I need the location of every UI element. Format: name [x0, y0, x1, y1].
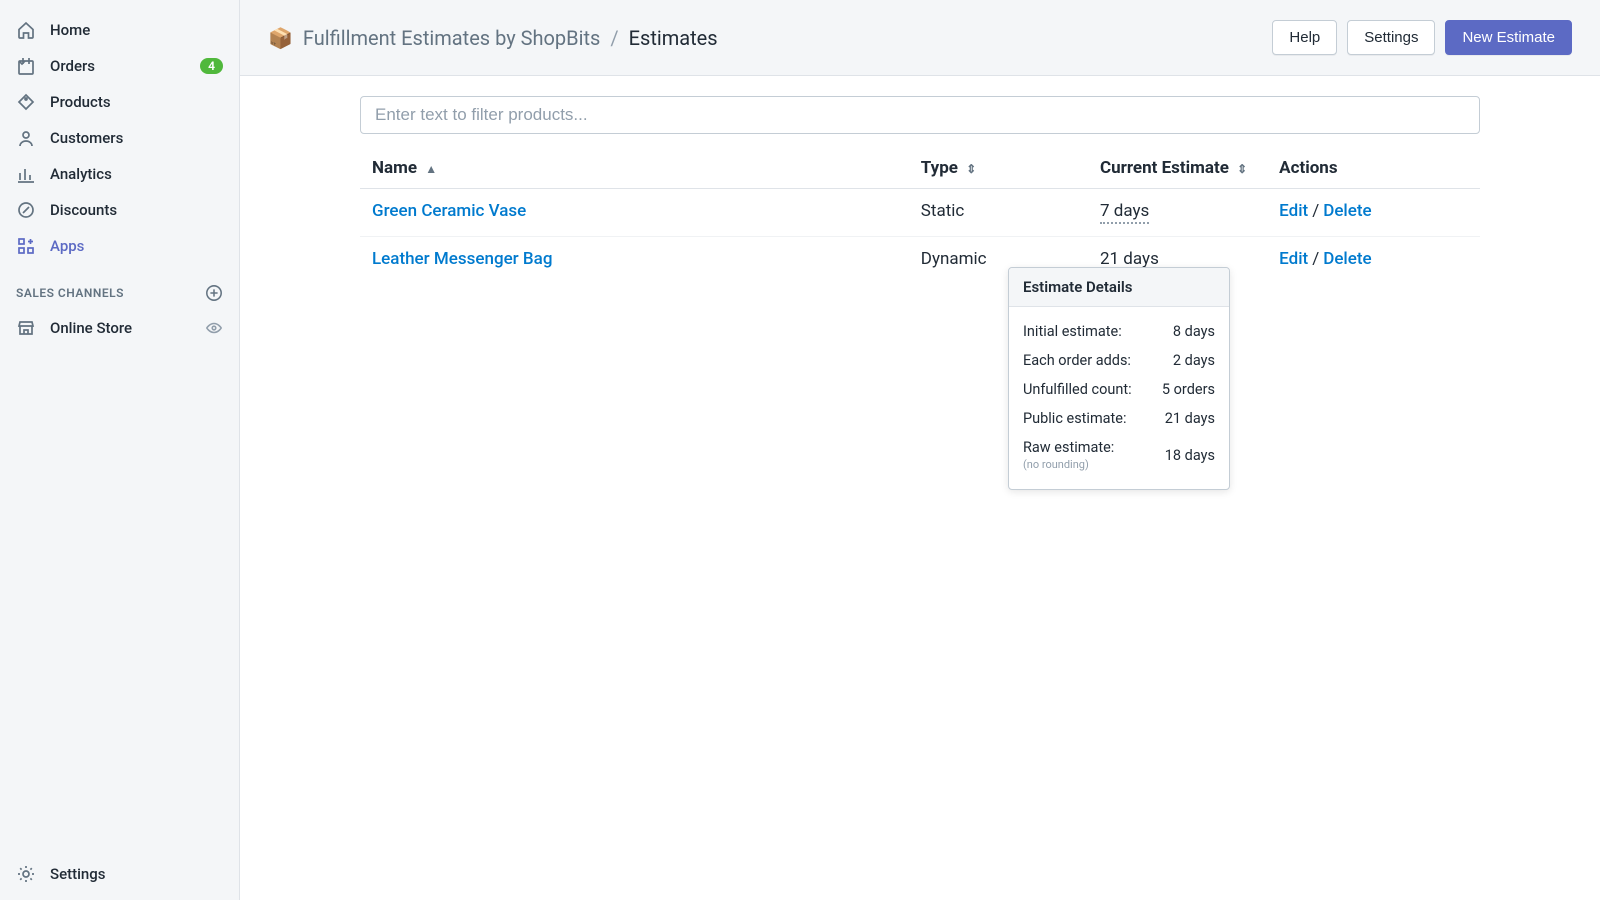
popover-row: Raw estimate:(no rounding)18 days	[1023, 433, 1215, 477]
sidebar-item-home[interactable]: Home	[0, 12, 239, 48]
breadcrumb-separator: /	[610, 26, 618, 50]
col-current[interactable]: Current Estimate ⇕	[1088, 148, 1267, 189]
sidebar-item-label: Products	[50, 93, 223, 111]
col-name[interactable]: Name ▲	[360, 148, 909, 189]
action-separator: /	[1312, 201, 1319, 221]
package-icon: 📦	[268, 26, 293, 50]
customers-icon	[16, 128, 36, 148]
sidebar-item-label: Apps	[50, 237, 223, 255]
action-separator: /	[1312, 249, 1319, 269]
popover-row: Unfulfilled count:5 orders	[1023, 375, 1215, 404]
col-actions: Actions	[1267, 148, 1480, 189]
estimate-details-popover: Estimate Details Initial estimate:8 days…	[1008, 267, 1230, 490]
settings-button[interactable]: Settings	[1347, 20, 1435, 55]
sidebar: Home Orders 4 Products Customers Analy	[0, 0, 240, 900]
delete-link[interactable]: Delete	[1323, 249, 1371, 269]
add-channel-icon[interactable]	[205, 284, 223, 302]
sidebar-item-label: Home	[50, 21, 223, 39]
sort-asc-icon: ▲	[425, 162, 437, 176]
page-title: Estimates	[629, 26, 718, 50]
popover-title: Estimate Details	[1009, 268, 1229, 307]
delete-link[interactable]: Delete	[1323, 201, 1371, 221]
home-icon	[16, 20, 36, 40]
sidebar-item-customers[interactable]: Customers	[0, 120, 239, 156]
orders-icon	[16, 56, 36, 76]
edit-link[interactable]: Edit	[1279, 249, 1308, 269]
filter-input[interactable]	[360, 96, 1480, 134]
breadcrumb: 📦 Fulfillment Estimates by ShopBits / Es…	[268, 26, 1272, 50]
content-area: Name ▲ Type ⇕ Current Estimate ⇕ Actions…	[240, 76, 1600, 900]
help-button[interactable]: Help	[1272, 20, 1337, 55]
tag-icon	[16, 92, 36, 112]
topbar: 📦 Fulfillment Estimates by ShopBits / Es…	[240, 0, 1600, 76]
gear-icon	[16, 864, 36, 884]
sidebar-item-apps[interactable]: Apps	[0, 228, 239, 264]
sort-icon: ⇕	[966, 162, 976, 176]
product-link[interactable]: Leather Messenger Bag	[372, 249, 552, 269]
sidebar-item-settings[interactable]: Settings	[0, 847, 239, 900]
sidebar-item-label: Orders	[50, 57, 200, 75]
sidebar-item-products[interactable]: Products	[0, 84, 239, 120]
sidebar-settings-label: Settings	[50, 865, 223, 883]
popover-row: Each order adds:2 days	[1023, 346, 1215, 375]
sort-icon: ⇕	[1237, 162, 1247, 176]
table-row: Green Ceramic Vase Static 7 days Edit/De…	[360, 189, 1480, 237]
sales-channels-label: SALES CHANNELS	[16, 286, 124, 300]
preview-icon[interactable]	[205, 319, 223, 337]
discounts-icon	[16, 200, 36, 220]
popover-row: Public estimate:21 days	[1023, 404, 1215, 433]
sidebar-item-label: Customers	[50, 129, 223, 147]
sidebar-item-online-store[interactable]: Online Store	[0, 310, 239, 346]
orders-badge: 4	[200, 58, 223, 74]
type-cell: Static	[909, 189, 1088, 237]
sidebar-item-label: Discounts	[50, 201, 223, 219]
new-estimate-button[interactable]: New Estimate	[1445, 20, 1572, 55]
storefront-icon	[16, 318, 36, 338]
apps-icon	[16, 236, 36, 256]
sidebar-item-discounts[interactable]: Discounts	[0, 192, 239, 228]
breadcrumb-app[interactable]: Fulfillment Estimates by ShopBits	[303, 26, 600, 50]
main-content: 📦 Fulfillment Estimates by ShopBits / Es…	[240, 0, 1600, 900]
analytics-icon	[16, 164, 36, 184]
sales-channels-header: SALES CHANNELS	[0, 264, 239, 310]
sidebar-item-analytics[interactable]: Analytics	[0, 156, 239, 192]
top-actions: Help Settings New Estimate	[1272, 20, 1572, 55]
edit-link[interactable]: Edit	[1279, 201, 1308, 221]
popover-row: Initial estimate:8 days	[1023, 317, 1215, 346]
estimate-value[interactable]: 7 days	[1100, 201, 1149, 224]
table-row: Leather Messenger Bag Dynamic 21 days Es…	[360, 237, 1480, 285]
sidebar-item-label: Online Store	[50, 319, 205, 337]
col-type[interactable]: Type ⇕	[909, 148, 1088, 189]
estimates-table: Name ▲ Type ⇕ Current Estimate ⇕ Actions…	[360, 148, 1480, 284]
sidebar-item-label: Analytics	[50, 165, 223, 183]
product-link[interactable]: Green Ceramic Vase	[372, 201, 526, 221]
sidebar-item-orders[interactable]: Orders 4	[0, 48, 239, 84]
